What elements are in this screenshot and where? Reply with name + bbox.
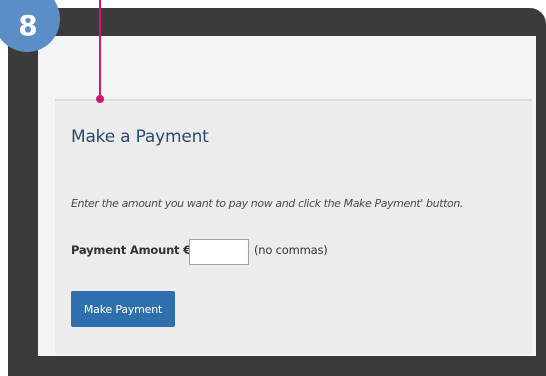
make-payment-button[interactable]: Make Payment xyxy=(71,291,175,327)
amount-hint: (no commas) xyxy=(254,243,328,257)
instructions-text: Enter the amount you want to pay now and… xyxy=(71,197,464,210)
screen: Make a Payment Enter the amount you want… xyxy=(38,36,536,356)
device-frame: Make a Payment Enter the amount you want… xyxy=(8,8,546,376)
payment-panel: Make a Payment Enter the amount you want… xyxy=(55,99,532,354)
payment-amount-label: Payment Amount € xyxy=(71,243,191,257)
payment-amount-input[interactable] xyxy=(189,239,249,265)
annotation-pointer-dot xyxy=(96,95,104,103)
annotation-pointer-line xyxy=(99,0,101,97)
step-number: 8 xyxy=(18,8,38,42)
page-title: Make a Payment xyxy=(71,127,209,147)
